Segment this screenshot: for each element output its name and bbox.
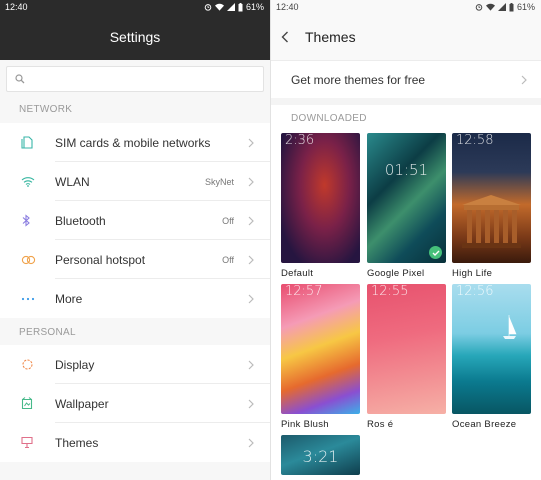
settings-item-wallpaper[interactable]: Wallpaper <box>0 384 270 423</box>
search-input[interactable] <box>6 66 264 92</box>
back-button[interactable] <box>281 31 305 43</box>
page-title: Themes <box>305 29 356 45</box>
chevron-right-icon <box>248 138 254 147</box>
theme-preview-clock: 12:58 <box>456 133 494 148</box>
chevron-right-icon <box>248 216 254 225</box>
search-container <box>0 60 270 96</box>
page-title: Settings <box>0 14 270 60</box>
chevron-right-icon <box>248 399 254 408</box>
settings-item-wlan[interactable]: WLAN SkyNet <box>0 162 270 201</box>
chevron-right-icon <box>248 294 254 303</box>
settings-item-themes[interactable]: Themes <box>0 423 270 462</box>
settings-item-value: Off <box>222 254 234 265</box>
alarm-icon <box>475 4 483 11</box>
settings-item-label: Display <box>55 357 95 372</box>
settings-item-more[interactable]: More <box>0 279 270 318</box>
status-time: 12:40 <box>276 2 299 12</box>
settings-item-label: SIM cards & mobile networks <box>55 135 211 150</box>
settings-item-value: SkyNet <box>204 176 234 187</box>
status-icons: 61% <box>204 2 264 12</box>
theme-preview-clock: 2:36 <box>285 133 315 148</box>
chevron-right-icon <box>248 255 254 264</box>
battery-level: 61% <box>245 2 264 12</box>
signal-icon <box>497 3 506 11</box>
chevron-right-icon <box>248 438 254 447</box>
settings-item-value: Off <box>222 215 234 226</box>
display-icon <box>22 359 33 370</box>
hotspot-icon <box>21 255 36 264</box>
network-group: SIM cards & mobile networks WLAN SkyNet … <box>0 123 270 318</box>
theme-preview-clock: 01:51 <box>384 161 429 179</box>
settings-item-label: More <box>55 291 83 306</box>
selected-check-icon <box>429 246 442 259</box>
promo-label: Get more themes for free <box>291 72 426 87</box>
themes-header: Themes <box>271 14 541 60</box>
section-divider <box>271 98 541 105</box>
search-icon <box>15 74 25 84</box>
theme-thumbnail-default[interactable]: 2:36 <box>281 133 360 263</box>
section-downloaded-header: DOWNLOADED <box>271 105 541 132</box>
section-personal-header: PERSONAL <box>19 327 76 338</box>
theme-name: Ros é <box>367 419 394 430</box>
theme-thumbnail-pink-blush[interactable]: 12:57 <box>281 284 360 414</box>
theme-name: Google Pixel <box>367 268 425 279</box>
settings-item-sim-cards[interactable]: SIM cards & mobile networks <box>0 123 270 162</box>
battery-icon <box>509 2 514 11</box>
settings-item-label: Bluetooth <box>55 213 106 228</box>
chevron-right-icon <box>248 360 254 369</box>
bluetooth-icon <box>22 214 30 227</box>
signal-icon <box>226 3 235 11</box>
theme-thumbnail-rose[interactable]: 12:55 <box>367 284 446 414</box>
settings-item-label: Personal hotspot <box>55 252 146 267</box>
settings-item-label: WLAN <box>55 174 90 189</box>
status-bar: 12:40 61% <box>271 0 541 14</box>
theme-name: Ocean Breeze <box>452 419 517 430</box>
status-icons: 61% <box>475 2 535 12</box>
theme-preview-clock: 3:21 <box>302 447 339 466</box>
themes-icon <box>21 436 33 449</box>
theme-thumbnail-google-pixel[interactable]: 01:51 <box>367 133 446 263</box>
alarm-icon <box>204 4 212 11</box>
sailboat-illustration <box>503 315 517 339</box>
battery-icon <box>238 2 243 11</box>
settings-item-hotspot[interactable]: Personal hotspot Off <box>0 240 270 279</box>
theme-preview-clock: 12:56 <box>456 284 494 299</box>
battery-level: 61% <box>516 2 535 12</box>
theme-thumbnail-high-life[interactable]: 12:58 <box>452 133 531 263</box>
section-network-header: NETWORK <box>19 104 73 115</box>
chevron-right-icon <box>521 75 527 84</box>
theme-thumbnail-ocean-breeze[interactable]: 12:56 <box>452 284 531 414</box>
status-time: 12:40 <box>5 2 28 12</box>
settings-item-label: Wallpaper <box>55 396 109 411</box>
wifi-status-icon <box>485 3 495 11</box>
temple-illustration <box>462 195 521 248</box>
settings-item-display[interactable]: Display <box>0 345 270 384</box>
section-divider <box>0 318 270 327</box>
theme-preview-clock: 12:55 <box>371 284 409 299</box>
theme-thumbnail-partial[interactable]: 3:21 <box>281 435 360 475</box>
settings-item-bluetooth[interactable]: Bluetooth Off <box>0 201 270 240</box>
theme-name: Default <box>281 268 314 279</box>
theme-preview-clock: 12:57 <box>285 284 323 299</box>
wifi-icon <box>21 177 35 187</box>
back-arrow-icon <box>281 31 288 43</box>
themes-screen: 12:40 61% Themes Get more themes for fre… <box>270 0 541 480</box>
theme-grid: 2:36 Default 01:51 Google Pixel 12:58 Hi… <box>271 132 541 480</box>
theme-name: High Life <box>452 268 493 279</box>
theme-name: Pink Blush <box>281 419 329 430</box>
chevron-right-icon <box>248 177 254 186</box>
get-more-themes-link[interactable]: Get more themes for free <box>271 60 541 98</box>
wallpaper-icon <box>21 397 33 410</box>
settings-screen: 12:40 61% Settings NETWORK SIM cards & m… <box>0 0 270 480</box>
status-bar: 12:40 61% <box>0 0 270 14</box>
personal-group: Display Wallpaper Themes <box>0 345 270 462</box>
wifi-status-icon <box>214 3 224 11</box>
settings-item-label: Themes <box>55 435 99 450</box>
more-dots-icon <box>21 297 35 300</box>
sim-card-icon <box>21 136 33 149</box>
